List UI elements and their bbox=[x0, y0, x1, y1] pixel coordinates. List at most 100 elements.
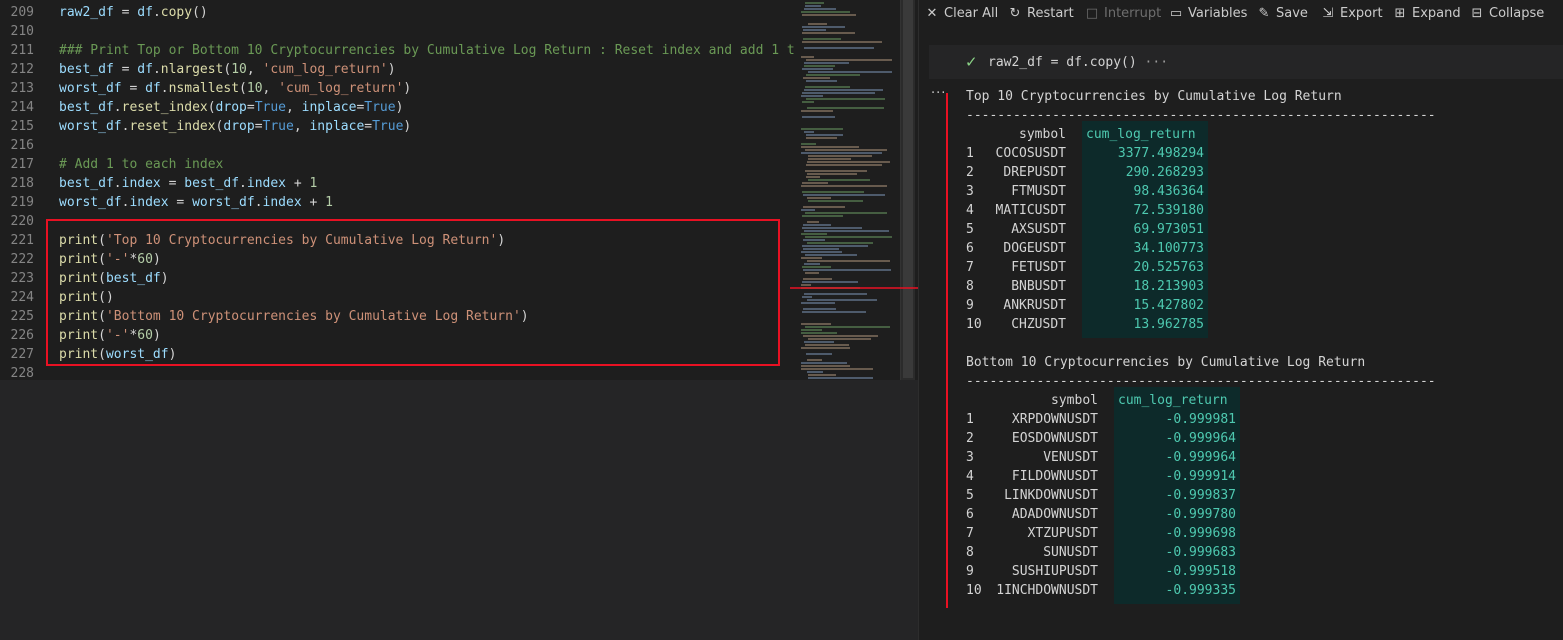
column-header-value: cum_log_return bbox=[1118, 393, 1228, 408]
minimap-line bbox=[804, 263, 820, 265]
minimap-line bbox=[803, 29, 826, 31]
minimap-line bbox=[801, 302, 835, 304]
line-code[interactable]: best_df.index = best_df.index + 1 bbox=[59, 174, 317, 193]
minimap-line bbox=[801, 152, 882, 154]
minimap-line bbox=[808, 179, 870, 181]
row-symbol: FILDOWNUSDT bbox=[1011, 469, 1098, 484]
row-symbol: FTMUSDT bbox=[1011, 184, 1066, 199]
line-code[interactable]: ### Print Top or Bottom 10 Cryptocurrenc… bbox=[59, 41, 803, 60]
minimap-line bbox=[802, 14, 856, 16]
minimap-line bbox=[806, 353, 832, 355]
collapse-icon: ⊟ bbox=[1471, 6, 1483, 21]
minimap-line bbox=[807, 242, 873, 244]
minimap-line bbox=[801, 329, 822, 331]
minimap-line bbox=[805, 5, 821, 7]
bottom-output-title: Bottom 10 Cryptocurrencies by Cumulative… bbox=[966, 355, 1366, 370]
minimap-line bbox=[805, 272, 819, 274]
row-symbol: ANKRUSDT bbox=[1003, 298, 1066, 313]
clear-all-button[interactable]: ✕ Clear All bbox=[925, 5, 999, 23]
row-value: 69.973051 bbox=[1133, 222, 1204, 237]
collapse-button[interactable]: ⊟ Collapse bbox=[1470, 5, 1545, 23]
export-icon: ⇲ bbox=[1322, 6, 1334, 21]
minimap-line bbox=[801, 323, 831, 325]
minimap-line bbox=[801, 233, 827, 235]
minimap-line bbox=[803, 77, 830, 79]
line-code[interactable]: worst_df.index = worst_df.index + 1 bbox=[59, 193, 333, 212]
minimap-line bbox=[807, 197, 831, 199]
save-button[interactable]: ✎ Save bbox=[1257, 5, 1308, 23]
minimap-line bbox=[808, 158, 851, 160]
minimap-line bbox=[801, 365, 850, 367]
minimap-line bbox=[804, 341, 834, 343]
line-code[interactable]: best_df = df.nlargest(10, 'cum_log_retur… bbox=[59, 60, 396, 79]
row-symbol: AXSUSDT bbox=[1011, 222, 1066, 237]
minimap-line bbox=[801, 143, 816, 145]
editor-empty-area bbox=[0, 380, 918, 640]
minimap-line bbox=[801, 110, 833, 112]
minimap-line bbox=[804, 131, 814, 133]
row-value: -0.999335 bbox=[1165, 583, 1236, 598]
minimap-line bbox=[802, 215, 843, 217]
row-value: 72.539180 bbox=[1133, 203, 1204, 218]
minimap-line bbox=[802, 311, 866, 313]
minimap-line bbox=[805, 326, 890, 328]
minimap-line bbox=[806, 80, 837, 82]
interrupt-button[interactable]: □ Interrupt bbox=[1085, 5, 1161, 23]
row-symbol: VENUSDT bbox=[1043, 450, 1098, 465]
minimap-line bbox=[803, 38, 841, 40]
row-value: 98.436364 bbox=[1133, 184, 1204, 199]
more-actions-icon[interactable]: ··· bbox=[931, 86, 946, 101]
minimap-line bbox=[803, 206, 845, 208]
minimap-line bbox=[803, 308, 836, 310]
minimap-line bbox=[802, 245, 868, 247]
minimap-line bbox=[803, 224, 831, 226]
line-number: 218 bbox=[10, 176, 34, 191]
row-symbol: DREPUSDT bbox=[1003, 165, 1066, 180]
minimap-line bbox=[807, 161, 890, 163]
minimap-line bbox=[801, 251, 842, 253]
line-number: 216 bbox=[10, 138, 34, 153]
row-value: -0.999698 bbox=[1165, 526, 1236, 541]
row-value: -0.999964 bbox=[1165, 450, 1236, 465]
minimap-line bbox=[808, 23, 827, 25]
row-value: 290.268293 bbox=[1125, 165, 1204, 180]
restart-button[interactable]: ↻ Restart bbox=[1008, 5, 1074, 23]
line-number: 217 bbox=[10, 157, 34, 172]
line-code[interactable]: worst_df.reset_index(drop=True, inplace=… bbox=[59, 117, 411, 136]
minimap-line bbox=[802, 182, 828, 184]
output-highlight-bar bbox=[946, 93, 948, 608]
line-number: 220 bbox=[10, 214, 34, 229]
minimap[interactable] bbox=[795, 0, 900, 380]
row-symbol: FETUSDT bbox=[1011, 260, 1066, 275]
line-number: 214 bbox=[10, 100, 34, 115]
scrollbar-thumb[interactable] bbox=[903, 0, 913, 378]
minimap-line bbox=[805, 344, 849, 346]
minimap-line bbox=[806, 134, 843, 136]
minimap-line bbox=[807, 107, 884, 109]
cell-code-preview[interactable]: raw2_df = df.copy() ··· bbox=[988, 55, 1168, 70]
row-symbol: XRPDOWNUSDT bbox=[1011, 412, 1098, 427]
top-output-title: Top 10 Cryptocurrencies by Cumulative Lo… bbox=[966, 89, 1342, 104]
line-code[interactable]: worst_df = df.nsmallest(10, 'cum_log_ret… bbox=[59, 79, 411, 98]
line-number: 210 bbox=[10, 24, 34, 39]
minimap-line bbox=[802, 266, 831, 268]
editor-scrollbar[interactable] bbox=[900, 0, 915, 380]
row-symbol: LINKDOWNUSDT bbox=[1004, 488, 1098, 503]
minimap-line bbox=[806, 59, 892, 61]
minimap-line bbox=[801, 332, 837, 334]
success-check-icon: ✓ bbox=[965, 53, 978, 71]
line-number: 225 bbox=[10, 309, 34, 324]
export-button[interactable]: ⇲ Export bbox=[1321, 5, 1383, 23]
row-value: -0.999518 bbox=[1165, 564, 1236, 579]
line-code[interactable]: # Add 1 to each index bbox=[59, 155, 223, 174]
row-value: 34.100773 bbox=[1133, 241, 1204, 256]
expand-button[interactable]: ⊞ Expand bbox=[1393, 5, 1461, 23]
variables-button[interactable]: ▭ Variables bbox=[1169, 5, 1248, 23]
minimap-line bbox=[801, 56, 814, 58]
row-symbol: EOSDOWNUSDT bbox=[1011, 431, 1098, 446]
line-code[interactable]: raw2_df = df.copy() bbox=[59, 3, 208, 22]
minimap-line bbox=[805, 2, 824, 4]
line-code[interactable]: best_df.reset_index(drop=True, inplace=T… bbox=[59, 98, 403, 117]
minimap-line bbox=[804, 230, 889, 232]
variables-icon: ▭ bbox=[1169, 6, 1183, 21]
